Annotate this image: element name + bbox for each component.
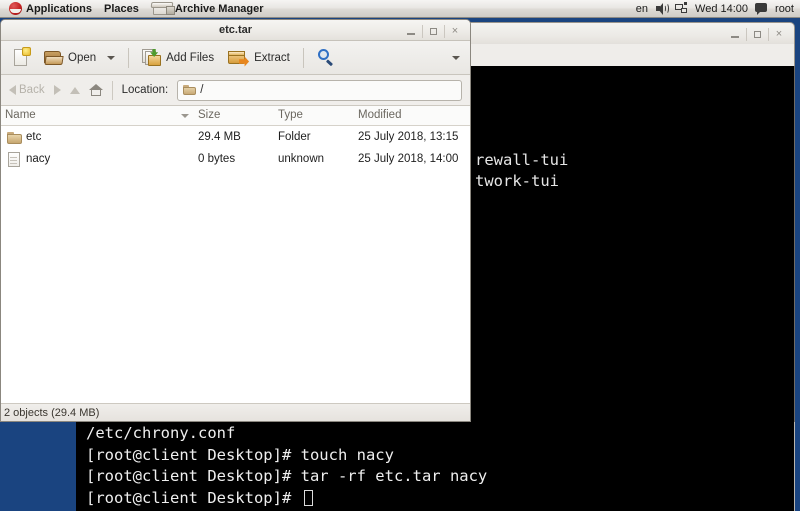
forward-button[interactable] [53,85,61,95]
column-header-type[interactable]: Type [278,109,303,121]
user-status-icon[interactable] [755,2,768,15]
open-folder-icon [44,50,64,66]
minimize-button[interactable] [400,23,422,40]
row-size: 29.4 MB [198,131,241,143]
file-list-header: Name Size Type Modified [1,106,470,126]
clock[interactable]: Wed 14:00 [695,0,748,18]
extract-label: Extract [254,51,290,64]
arrow-left-icon [9,85,16,95]
folder-icon [183,85,197,95]
archive-manager-icon [150,1,177,16]
panel-right-group: en Wed 14:00 root [636,0,800,18]
row-type: Folder [278,131,311,143]
screen: esktop × rewall-tui twork-tui /etc/chron… [0,0,800,511]
user-menu[interactable]: root [775,0,794,18]
terminal-main-output[interactable]: /etc/chrony.conf [root@client Desktop]# … [76,422,795,511]
chevron-down-icon[interactable] [181,114,189,118]
extract-icon [228,49,250,67]
speaker-icon[interactable] [655,2,670,15]
archive-manager-titlebar[interactable]: etc.tar × [1,20,470,41]
terminal-prompt: [root@client Desktop]# [86,488,301,507]
back-button[interactable]: Back [9,84,45,96]
status-bar: 2 objects (29.4 MB) [1,403,470,421]
arrow-up-icon [69,86,80,94]
top-panel: Applications Places Archive Manager en W… [0,0,800,18]
home-button[interactable] [88,84,103,96]
table-row[interactable]: nacy 0 bytes unknown 25 July 2018, 14:00 [1,149,470,171]
terminal-maximize-button[interactable] [746,26,768,43]
row-size: 0 bytes [198,153,236,165]
row-type: unknown [278,153,325,165]
archive-manager-toolbar: Open Add Files Extract [1,41,470,75]
column-header-size[interactable]: Size [198,109,220,121]
applications-label: Applications [26,2,93,15]
redhat-logo-icon [9,2,22,15]
arrow-right-icon [53,85,61,95]
new-archive-button[interactable] [7,45,36,71]
table-row[interactable]: etc 29.4 MB Folder 25 July 2018, 13:15 [1,127,470,149]
new-archive-icon [13,47,31,67]
terminal-cursor [303,489,313,506]
location-label: Location: [121,84,169,96]
places-label: Places [104,2,139,15]
archive-manager-window[interactable]: etc.tar × Open Add Files Extract Back Lo… [0,19,471,422]
chevron-down-icon[interactable] [107,55,116,60]
search-button[interactable] [311,45,340,71]
terminal-line: [root@client Desktop]# touch nacy [86,445,394,464]
up-button[interactable] [69,86,80,94]
toolbar-overflow-button[interactable] [446,45,464,71]
home-icon [88,84,103,96]
open-button-label: Open [68,51,97,64]
row-name: etc [26,131,42,143]
row-modified: 25 July 2018, 13:15 [358,131,459,143]
taskbar-label: Archive Manager [174,2,264,15]
toolbar-separator [302,47,304,68]
keyboard-layout-indicator[interactable]: en [636,0,648,18]
file-list[interactable]: etc 29.4 MB Folder 25 July 2018, 13:15 n… [1,126,470,403]
nav-separator [111,80,113,100]
back-label: Back [19,84,45,96]
location-input[interactable]: / [177,79,462,101]
status-text: 2 objects (29.4 MB) [4,406,100,419]
terminal-line: [root@client Desktop]# tar -rf etc.tar n… [86,467,488,485]
maximize-button[interactable] [422,23,444,40]
applications-menu[interactable]: Applications [3,0,98,18]
terminal-close-button[interactable]: × [768,26,790,43]
terminal-minimize-button[interactable] [724,26,746,43]
terminal-line: /etc/chrony.conf [86,424,236,442]
row-name: nacy [26,153,51,165]
panel-left-group: Applications Places Archive Manager [0,0,270,18]
archive-manager-navbar: Back Location: / [1,75,470,106]
search-icon [317,49,334,66]
archive-manager-title: etc.tar [218,24,253,36]
toolbar-separator [128,47,130,68]
taskbar-item-archive-manager[interactable]: Archive Manager [145,0,270,18]
add-files-icon [142,48,162,67]
close-button[interactable]: × [444,23,466,40]
chevron-down-icon [452,55,460,60]
column-header-name[interactable]: Name [5,109,36,121]
archive-manager-window-buttons: × [400,22,466,40]
row-modified: 25 July 2018, 14:00 [358,153,459,165]
places-menu[interactable]: Places [98,0,145,18]
open-button[interactable]: Open [38,45,121,71]
network-icon[interactable] [675,2,688,15]
location-value: / [200,84,204,96]
extract-button[interactable]: Extract [222,45,296,71]
add-files-label: Add Files [166,51,215,64]
column-header-modified[interactable]: Modified [358,109,401,121]
terminal-window-buttons: × [724,25,790,43]
add-files-button[interactable]: Add Files [136,45,220,71]
